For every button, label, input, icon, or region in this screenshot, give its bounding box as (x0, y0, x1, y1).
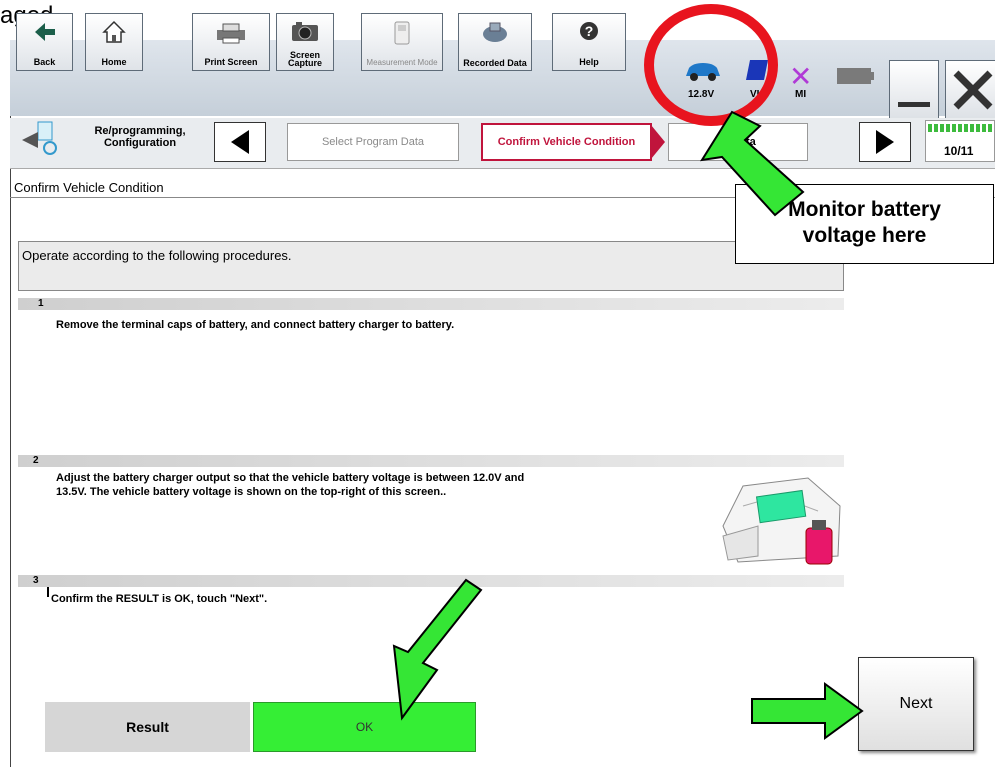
function-label: Re/programming, Configuration (94, 125, 186, 149)
triangle-right-icon (876, 130, 894, 154)
instruction-text: Operate according to the following proce… (22, 248, 292, 263)
crumb-confirm-vehicle-condition[interactable]: Confirm Vehicle Condition (481, 123, 652, 161)
next-button[interactable]: Next (858, 657, 974, 751)
step-3-number: 3 (33, 575, 39, 586)
mi-status-label: MI (795, 89, 807, 100)
crumb-confirm-label: Confirm Vehicle Condition (497, 136, 636, 148)
back-arrow-icon (34, 23, 55, 41)
step-1-text: Remove the terminal caps of battery, and… (56, 319, 455, 331)
vi-connection-icon (746, 60, 768, 80)
reprogramming-icon (22, 121, 57, 155)
measurement-mode-label: Measurement Mode (366, 58, 438, 67)
recorded-data-button[interactable]: Recorded Data (458, 13, 532, 71)
help-icon: ? (580, 22, 598, 40)
screen-capture-label: Screen Capture (287, 50, 322, 68)
battery-charger-illustration (722, 477, 841, 565)
screen-title: Confirm Vehicle Condition (14, 180, 164, 195)
close-icon (953, 70, 993, 110)
cursor-mark (47, 587, 49, 597)
prev-step-button[interactable] (214, 122, 266, 162)
recorded-data-icon (483, 22, 507, 42)
home-label: Home (101, 57, 127, 67)
callout-line-1: Monitor battery (788, 198, 941, 221)
svg-text:?: ? (585, 23, 594, 39)
next-step-nav-button[interactable] (859, 122, 911, 162)
back-button[interactable]: Back (16, 13, 73, 71)
signal-strength-icon (837, 68, 874, 84)
home-icon (102, 20, 126, 43)
step-1-number: 1 (38, 298, 44, 309)
progress-bar (928, 124, 992, 132)
progress-indicator: 10/11 (925, 120, 995, 162)
step-1-bar (18, 298, 844, 310)
meter-icon (394, 21, 410, 45)
screen-capture-button[interactable]: Screen Capture (276, 13, 334, 71)
step-2-number: 2 (33, 455, 39, 466)
minimize-icon (898, 102, 930, 107)
crumb-select-program-data[interactable]: Select Program Data (287, 123, 459, 161)
step-2-text-line2: 13.5V. The vehicle battery voltage is sh… (56, 486, 447, 498)
print-screen-button[interactable]: Print Screen (192, 13, 270, 71)
crumb-transfer-data[interactable]: Tra ata (668, 123, 808, 161)
camera-icon (292, 22, 318, 41)
step-3-bar (18, 575, 844, 587)
result-label: Result (45, 702, 250, 752)
home-button[interactable]: Home (85, 13, 143, 71)
help-button[interactable]: ? Help (552, 13, 626, 71)
vehicle-icon (686, 63, 720, 81)
crumb-arrow-icon (651, 125, 665, 159)
measurement-mode-button: Measurement Mode (361, 13, 443, 71)
annotation-callout: Monitor battery voltage here (735, 184, 994, 264)
page-counter: 10/11 (944, 144, 974, 158)
step-3-text: Confirm the RESULT is OK, touch "Next". (51, 593, 268, 605)
print-screen-label: Print Screen (204, 57, 258, 67)
result-value-ok: OK (253, 702, 476, 752)
callout-line-2: voltage here (802, 224, 927, 247)
printer-icon (217, 23, 245, 44)
triangle-left-icon (231, 130, 249, 154)
battery-voltage-readout: 12.8V (688, 89, 715, 100)
back-label: Back (33, 57, 56, 67)
close-window-button[interactable] (945, 60, 995, 120)
recorded-data-label: Recorded Data (463, 58, 527, 68)
step-2-text-line1: Adjust the battery charger output so tha… (56, 472, 525, 484)
vi-status-label: VI (750, 89, 760, 100)
help-label: Help (579, 57, 599, 67)
minimize-button[interactable] (889, 60, 939, 120)
